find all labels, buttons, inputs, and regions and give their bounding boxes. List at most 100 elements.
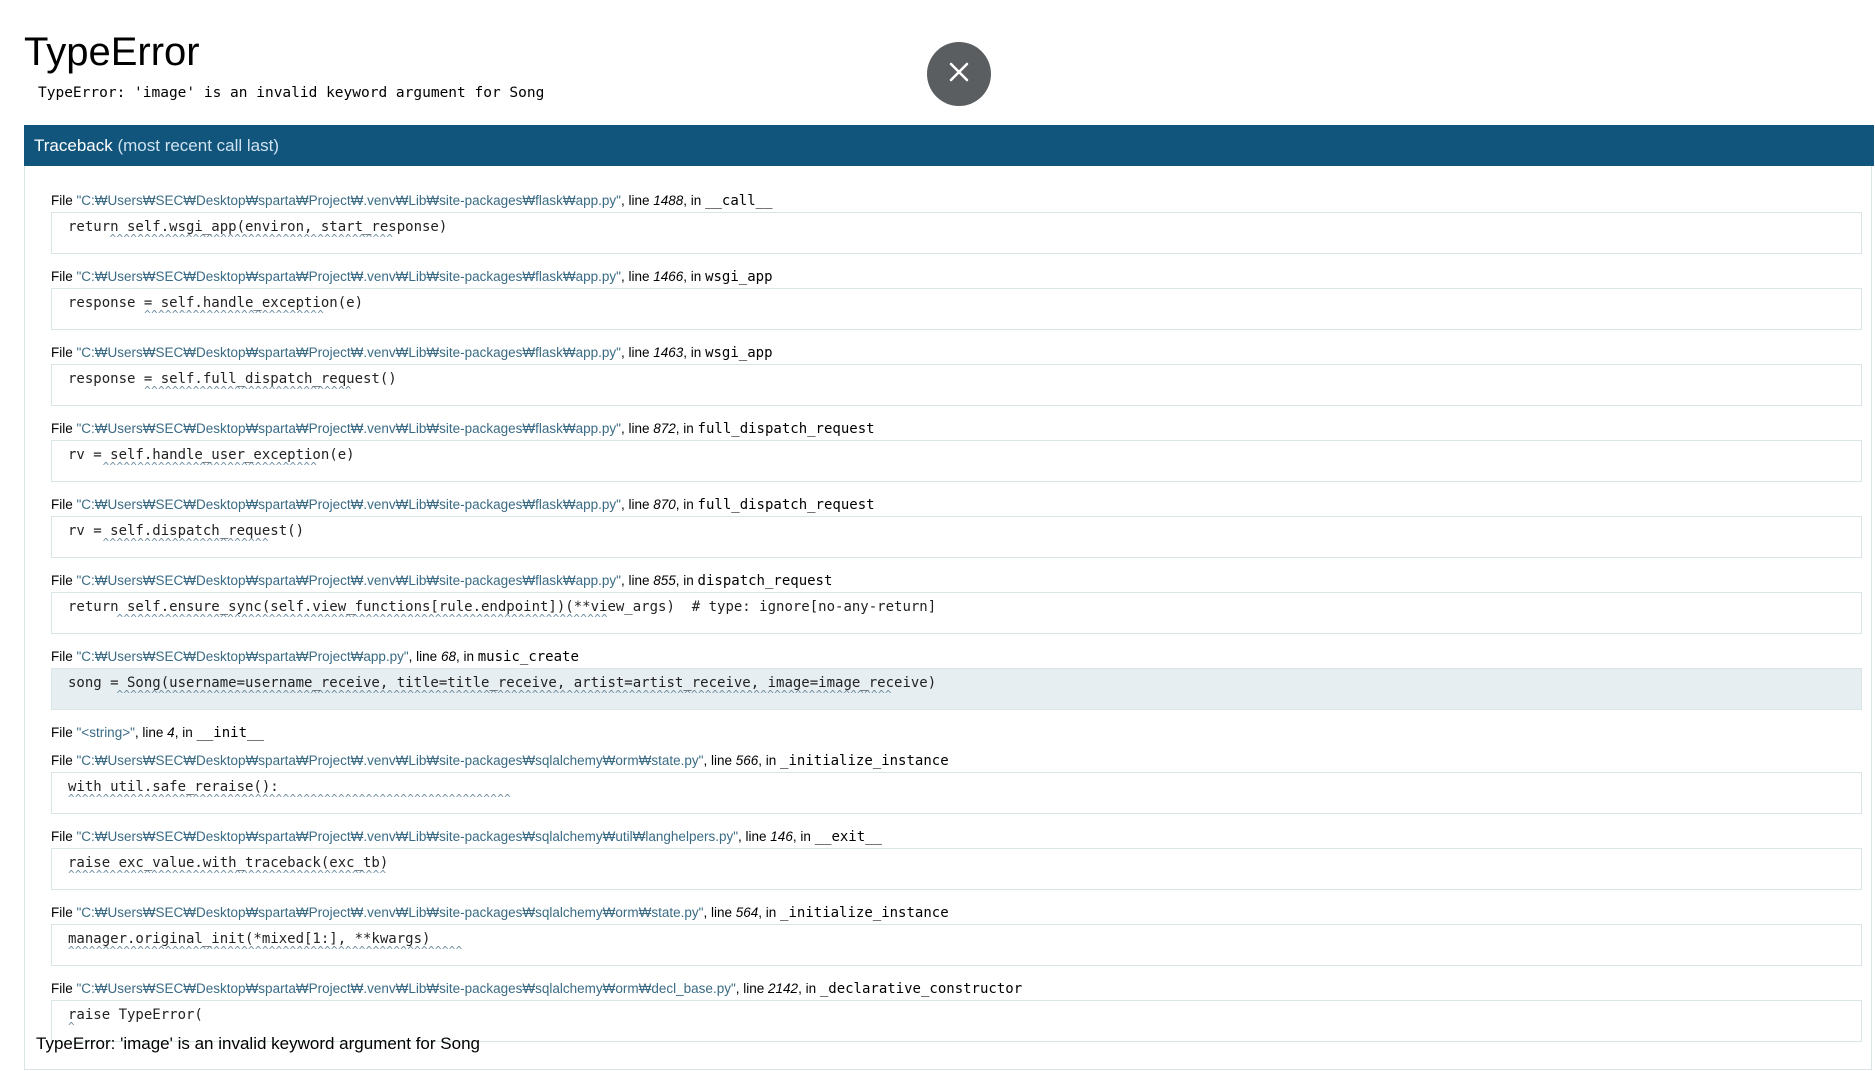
frame-file-label: File xyxy=(51,753,77,768)
frame-location: File "C:₩Users₩SEC₩Desktop₩sparta₩Projec… xyxy=(51,344,1862,362)
frame-line-number: 1466 xyxy=(653,269,684,284)
traceback-frame: File "C:₩Users₩SEC₩Desktop₩sparta₩Projec… xyxy=(51,344,1862,406)
frame-filename[interactable]: "C:₩Users₩SEC₩Desktop₩sparta₩Project₩.ve… xyxy=(77,829,739,844)
code-snippet[interactable]: with util.safe_reraise(): ^^^^^^^^^^^^^^^… xyxy=(51,772,1862,814)
frame-line-number: 872 xyxy=(653,421,676,436)
frame-spacer xyxy=(51,482,1862,496)
frame-function: __init__ xyxy=(196,725,264,741)
frame-location: File "C:₩Users₩SEC₩Desktop₩sparta₩Projec… xyxy=(51,752,1862,770)
frame-line-number: 68 xyxy=(440,649,456,664)
frame-function: music_create xyxy=(477,649,579,665)
frame-function: _initialize_instance xyxy=(780,905,949,921)
frame-line-number: 564 xyxy=(735,905,759,920)
frame-in-label: , in xyxy=(455,649,478,664)
frame-location: File "C:₩Users₩SEC₩Desktop₩sparta₩Projec… xyxy=(51,572,1862,590)
frame-location: File "C:₩Users₩SEC₩Desktop₩sparta₩Projec… xyxy=(51,496,1862,514)
frame-function: full_dispatch_request xyxy=(697,497,875,513)
frame-line-label: , line xyxy=(620,345,654,360)
frame-spacer xyxy=(51,742,1862,752)
code-error-markers: ^^^^^^^^^^^^^^^^^^^^^^^^^^^^^^ xyxy=(68,384,352,397)
code-error-markers: ^^^^^^^^^^^^^^^^^^^^^^^^^^^^^^^^^^^^^^^^… xyxy=(68,868,387,881)
traceback-header-label: Traceback xyxy=(34,136,113,155)
frame-in-label: , in xyxy=(798,981,820,996)
final-error-message: TypeError: 'image' is an invalid keyword… xyxy=(36,1034,480,1053)
frame-line-number: 870 xyxy=(653,497,676,512)
frame-location: File "C:₩Users₩SEC₩Desktop₩sparta₩Projec… xyxy=(51,980,1862,998)
frame-function: wsgi_app xyxy=(705,345,773,361)
code-error-markers: ^^^^^^^^^^^^^^^^^^^^^^^^ xyxy=(68,536,269,549)
frame-filename[interactable]: "C:₩Users₩SEC₩Desktop₩sparta₩Project₩.ve… xyxy=(77,193,621,208)
frame-line-label: , line xyxy=(408,649,441,664)
code-line: rv = self.handle_user_exception(e) xyxy=(68,447,355,463)
frame-filename[interactable]: "C:₩Users₩SEC₩Desktop₩sparta₩Project₩.ve… xyxy=(77,573,621,588)
frame-file-label: File xyxy=(51,269,77,284)
traceback-frame: File "C:₩Users₩SEC₩Desktop₩sparta₩Projec… xyxy=(51,752,1862,814)
frame-line-number: 855 xyxy=(653,573,676,588)
code-snippet[interactable]: response = self.full_dispatch_request() … xyxy=(51,364,1862,406)
frame-in-label: , in xyxy=(758,753,781,768)
code-line: response = self.handle_exception(e) xyxy=(68,295,364,311)
frame-file-label: File xyxy=(51,649,77,664)
code-snippet[interactable]: return self.ensure_sync(self.view_functi… xyxy=(51,592,1862,634)
frame-spacer xyxy=(51,966,1862,980)
code-error-markers: ^^^^^^^^^^^^^^^^^^^^^^^^^^^^^^^^^^^^^^^^… xyxy=(68,612,608,625)
code-error-markers: ^^^^^^^^^^^^^^^^^^^^^^^^^^^^^^^^^^^^^^^^… xyxy=(68,688,892,701)
frame-file-label: File xyxy=(51,421,77,436)
code-snippet[interactable]: raise exc_value.with_traceback(exc_tb) ^^… xyxy=(51,848,1862,890)
traceback-frame: File "C:₩Users₩SEC₩Desktop₩sparta₩Projec… xyxy=(51,904,1862,966)
frame-file-label: File xyxy=(51,981,77,996)
frame-line-number: 146 xyxy=(770,829,793,844)
traceback-header-sub: (most recent call last) xyxy=(117,136,280,155)
code-error-markers: ^ xyxy=(68,1020,75,1033)
frame-function: __exit__ xyxy=(814,829,883,845)
frame-filename[interactable]: "C:₩Users₩SEC₩Desktop₩sparta₩Project₩.ve… xyxy=(77,497,621,512)
traceback-header: Traceback (most recent call last) xyxy=(24,125,1874,166)
code-line: raise TypeError( xyxy=(68,1007,203,1023)
traceback-frame: File "C:₩Users₩SEC₩Desktop₩sparta₩Projec… xyxy=(51,192,1862,254)
frame-line-label: , line xyxy=(620,193,654,208)
frame-file-label: File xyxy=(51,573,77,588)
frame-location: File "<string>", line 4, in __init__ xyxy=(51,724,1862,742)
frame-line-label: , line xyxy=(738,829,771,844)
frame-file-label: File xyxy=(51,345,77,360)
traceback-frame: File "C:₩Users₩SEC₩Desktop₩sparta₩Projec… xyxy=(51,980,1862,1042)
code-snippet[interactable]: rv = self.dispatch_request() ^^^^^^^^^^^… xyxy=(51,516,1862,558)
close-button[interactable] xyxy=(927,42,991,106)
traceback-frame: File "C:₩Users₩SEC₩Desktop₩sparta₩Projec… xyxy=(51,828,1862,890)
traceback-frame: File "C:₩Users₩SEC₩Desktop₩sparta₩Projec… xyxy=(51,496,1862,558)
frame-file-label: File xyxy=(51,725,77,740)
frame-in-label: , in xyxy=(758,905,781,920)
frame-location: File "C:₩Users₩SEC₩Desktop₩sparta₩Projec… xyxy=(51,192,1862,210)
frame-filename[interactable]: "<string>" xyxy=(77,725,135,740)
frame-function: _initialize_instance xyxy=(780,753,949,769)
frame-line-number: 1488 xyxy=(653,193,684,208)
frame-line-number: 1463 xyxy=(653,345,684,360)
frame-location: File "C:₩Users₩SEC₩Desktop₩sparta₩Projec… xyxy=(51,828,1862,846)
frame-file-label: File xyxy=(51,193,77,208)
code-snippet[interactable]: song = Song(username=username_receive, t… xyxy=(51,668,1862,710)
frame-filename[interactable]: "C:₩Users₩SEC₩Desktop₩sparta₩Project₩.ve… xyxy=(77,421,621,436)
code-snippet[interactable]: return self.wsgi_app(environ, start_resp… xyxy=(51,212,1862,254)
frame-function: full_dispatch_request xyxy=(697,421,875,437)
code-snippet[interactable]: manager.original_init(*mixed[1:], **kwar… xyxy=(51,924,1862,966)
traceback-frame: File "<string>", line 4, in __init__ xyxy=(51,724,1862,742)
frame-filename[interactable]: "C:₩Users₩SEC₩Desktop₩sparta₩Project₩.ve… xyxy=(77,345,621,360)
frame-line-label: , line xyxy=(703,905,736,920)
frame-line-label: , line xyxy=(620,421,654,436)
frame-filename[interactable]: "C:₩Users₩SEC₩Desktop₩sparta₩Project₩.ve… xyxy=(77,981,736,996)
code-line: rv = self.dispatch_request() xyxy=(68,523,305,539)
frame-line-number: 2142 xyxy=(768,981,799,996)
frame-filename[interactable]: "C:₩Users₩SEC₩Desktop₩sparta₩Project₩.ve… xyxy=(77,753,704,768)
frame-in-label: , in xyxy=(792,829,815,844)
frame-line-label: , line xyxy=(620,497,654,512)
frame-filename[interactable]: "C:₩Users₩SEC₩Desktop₩sparta₩Project₩.ve… xyxy=(77,905,704,920)
code-snippet[interactable]: response = self.handle_exception(e) ^^^^… xyxy=(51,288,1862,330)
frame-function: _declarative_constructor xyxy=(819,981,1023,997)
code-snippet[interactable]: rv = self.handle_user_exception(e) ^^^^^… xyxy=(51,440,1862,482)
error-message: TypeError: 'image' is an invalid keyword… xyxy=(38,85,545,101)
frame-in-label: , in xyxy=(683,269,706,284)
close-icon xyxy=(948,61,970,88)
frame-filename[interactable]: "C:₩Users₩SEC₩Desktop₩sparta₩Project₩app… xyxy=(77,649,409,664)
frame-spacer xyxy=(51,558,1862,572)
frame-filename[interactable]: "C:₩Users₩SEC₩Desktop₩sparta₩Project₩.ve… xyxy=(77,269,621,284)
